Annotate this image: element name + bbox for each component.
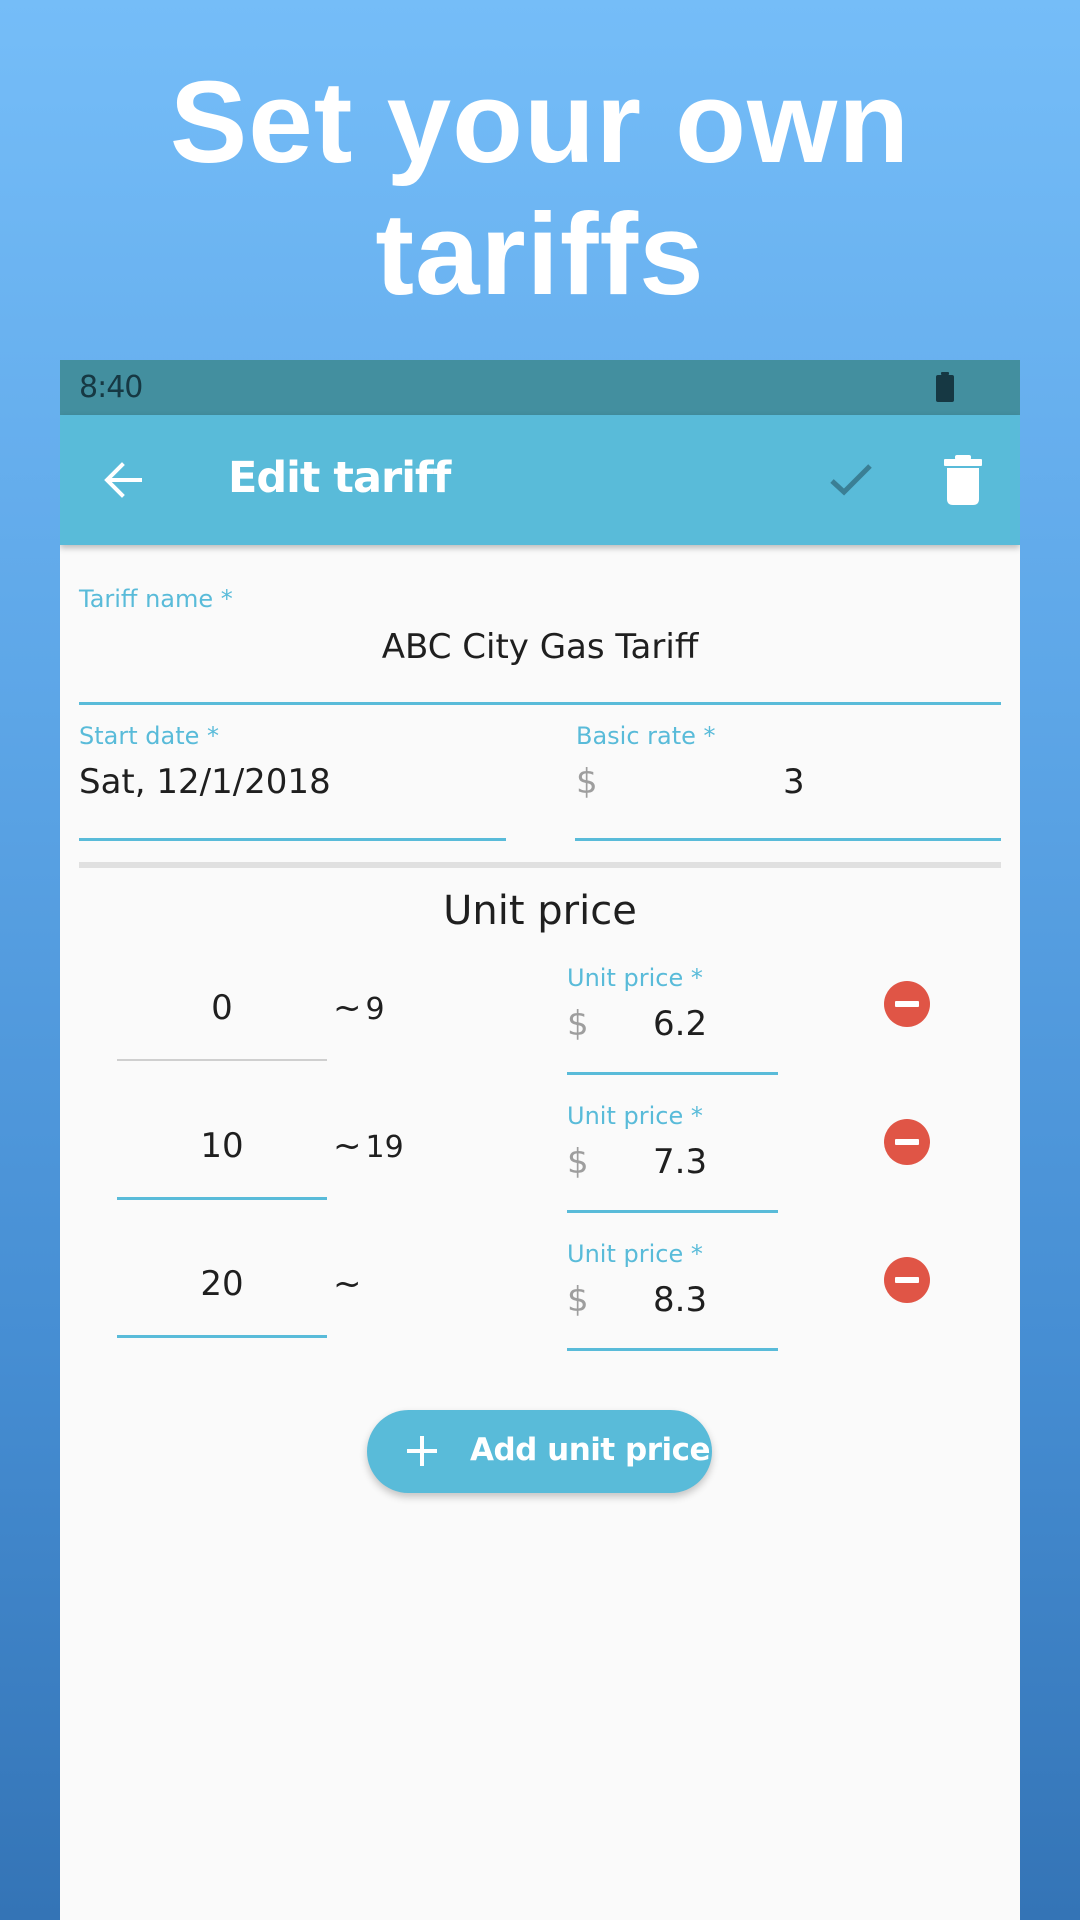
range-tilde: ~ (333, 988, 362, 1028)
range-from-input[interactable]: 0 (117, 980, 327, 1062)
unit-price-value: 7.3 (653, 1142, 708, 1182)
tariff-name-label: Tariff name * (79, 585, 233, 613)
add-unit-price-button[interactable]: Add unit price (367, 1410, 712, 1493)
unit-price-input[interactable]: Unit price * $ 6.2 (567, 964, 778, 1076)
range-tilde: ~ (333, 1264, 362, 1304)
unit-price-heading: Unit price (443, 888, 637, 934)
phone-screen: 8:40 Edit tariff Tariff name * ABC City … (60, 360, 1020, 1920)
basic-rate-underline (575, 838, 1001, 841)
add-unit-price-label: Add unit price (470, 1432, 711, 1468)
unit-price-currency: $ (567, 1280, 589, 1320)
remove-row-button[interactable] (884, 1257, 930, 1303)
range-tilde: ~ (333, 1126, 362, 1166)
range-from-value: 0 (211, 988, 233, 1028)
unit-price-currency: $ (567, 1004, 589, 1044)
battery-full-icon (936, 372, 954, 402)
tariff-name-field[interactable]: Tariff name * ABC City Gas Tariff (79, 585, 1001, 705)
unit-price-label: Unit price * (567, 964, 703, 992)
range-from-input[interactable]: 10 (117, 1118, 327, 1200)
unit-price-label: Unit price * (567, 1240, 703, 1268)
basic-rate-currency: $ (576, 762, 598, 802)
arrow-back-icon[interactable] (100, 457, 146, 503)
unit-price-input[interactable]: Unit price * $ 8.3 (567, 1240, 778, 1352)
range-from-underline (117, 1335, 327, 1338)
start-date-label: Start date * (79, 722, 220, 750)
basic-rate-value: 3 (783, 762, 805, 802)
range-from-input[interactable]: 20 (117, 1256, 327, 1338)
basic-rate-field[interactable]: Basic rate * $ 3 (575, 722, 1001, 842)
minus-icon (895, 1001, 919, 1007)
unit-price-currency: $ (567, 1142, 589, 1182)
range-from-value: 20 (200, 1264, 244, 1304)
range-from-underline (117, 1059, 327, 1061)
range-to-text: ~9 (333, 988, 385, 1028)
check-icon[interactable] (826, 457, 876, 503)
plus-icon (407, 1436, 437, 1466)
basic-rate-label: Basic rate * (576, 722, 716, 750)
remove-row-button[interactable] (884, 981, 930, 1027)
unit-price-label: Unit price * (567, 1102, 703, 1130)
start-date-underline (79, 838, 506, 841)
tariff-name-underline (79, 702, 1001, 705)
unit-price-underline (567, 1072, 778, 1075)
minus-icon (895, 1139, 919, 1145)
range-from-underline (117, 1197, 327, 1200)
page-title: Edit tariff (228, 453, 451, 503)
trash-icon[interactable] (943, 455, 983, 505)
app-bar: Edit tariff (60, 415, 1020, 545)
start-date-value: Sat, 12/1/2018 (79, 762, 331, 802)
unit-price-underline (567, 1210, 778, 1213)
unit-price-underline (567, 1348, 778, 1351)
unit-price-input[interactable]: Unit price * $ 7.3 (567, 1102, 778, 1214)
remove-row-button[interactable] (884, 1119, 930, 1165)
unit-price-value: 6.2 (653, 1004, 708, 1044)
range-from-value: 10 (200, 1126, 244, 1166)
range-to-value: 19 (365, 1130, 404, 1165)
status-bar: 8:40 (60, 360, 1020, 415)
minus-icon (895, 1277, 919, 1283)
promo-headline: Set your own tariffs (0, 56, 1080, 320)
section-divider (79, 862, 1001, 868)
start-date-field[interactable]: Start date * Sat, 12/1/2018 (79, 722, 506, 842)
promo-headline-line-1: Set your own (169, 57, 911, 187)
range-to-text: ~ (333, 1264, 366, 1304)
range-to-value: 9 (365, 992, 385, 1027)
tariff-name-value: ABC City Gas Tariff (381, 627, 699, 667)
range-to-text: ~19 (333, 1126, 404, 1166)
unit-price-value: 8.3 (653, 1280, 708, 1320)
status-time: 8:40 (79, 370, 143, 405)
promo-headline-line-2: tariffs (375, 189, 705, 319)
